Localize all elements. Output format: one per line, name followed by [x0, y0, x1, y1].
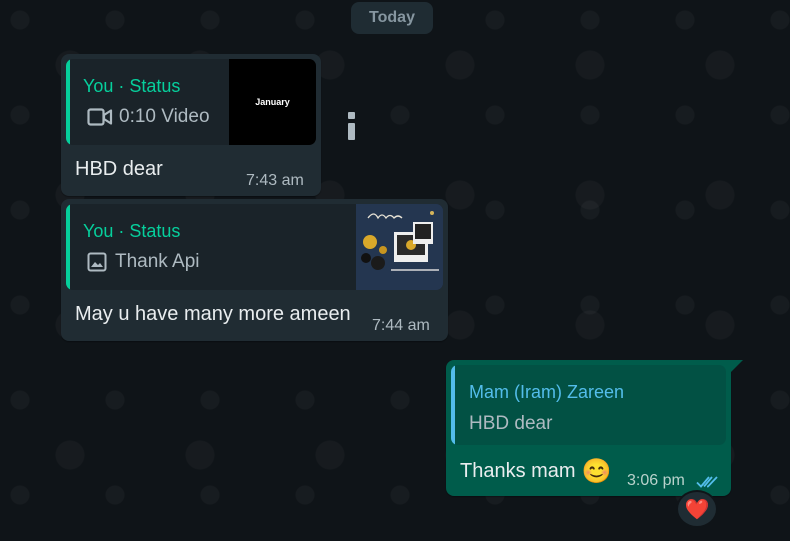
quote-media-label: Thank Api: [115, 251, 200, 272]
message-bubble-outgoing[interactable]: Mam (Iram) Zareen HBD dear Thanks mam 😊 …: [446, 360, 731, 496]
heart-reaction-icon: ❤️: [684, 498, 710, 521]
quote-accent-bar: [451, 365, 455, 445]
message-bubble-incoming[interactable]: You · Status 0:10 Video January HBD dear…: [61, 54, 321, 196]
quote-author: You · Status: [83, 76, 181, 96]
image-thumbnail[interactable]: [356, 204, 443, 290]
quoted-text: HBD dear: [469, 413, 553, 434]
quote-author: Mam (Iram) Zareen: [469, 382, 625, 402]
date-separator-label: Today: [369, 9, 415, 26]
chat-area[interactable]: Today You · Status 0:10 Video January HB…: [0, 0, 790, 541]
message-text: HBD dear: [75, 158, 163, 180]
message-time: 7:43 am: [246, 172, 304, 189]
bubble-tail: [731, 360, 743, 372]
read-ticks-icon: [696, 476, 718, 488]
date-separator: Today: [351, 2, 433, 34]
status-reply-quote[interactable]: You · Status Thank Api: [66, 204, 443, 290]
message-time: 7:44 am: [372, 317, 430, 334]
quote-accent-bar: [66, 204, 70, 290]
reply-quote[interactable]: Mam (Iram) Zareen HBD dear: [451, 365, 726, 445]
image-icon: [87, 252, 107, 272]
message-text: Thanks mam: [460, 460, 576, 482]
message-text-row: Thanks mam 😊: [460, 457, 611, 486]
quote-author: You · Status: [83, 221, 181, 241]
quote-accent-bar: [66, 59, 70, 145]
video-thumbnail[interactable]: January: [229, 59, 316, 145]
message-bubble-incoming[interactable]: You · Status Thank Api May u have many m…: [61, 199, 448, 341]
status-reply-quote[interactable]: You · Status 0:10 Video January: [66, 59, 316, 145]
quote-media-info: Thank Api: [87, 251, 200, 273]
video-thumbnail-text: January: [255, 97, 290, 107]
message-time: 3:06 pm: [627, 472, 685, 489]
quote-media-info: 0:10 Video: [87, 106, 210, 128]
quote-media-label: 0:10 Video: [119, 106, 210, 127]
smiling-emoji: 😊: [581, 458, 612, 485]
video-icon: [87, 108, 113, 126]
birthday-image-icon: [356, 204, 443, 290]
message-info-icon[interactable]: [346, 112, 356, 140]
message-text: May u have many more ameen: [75, 303, 351, 325]
reaction-badge[interactable]: ❤️: [676, 490, 718, 528]
